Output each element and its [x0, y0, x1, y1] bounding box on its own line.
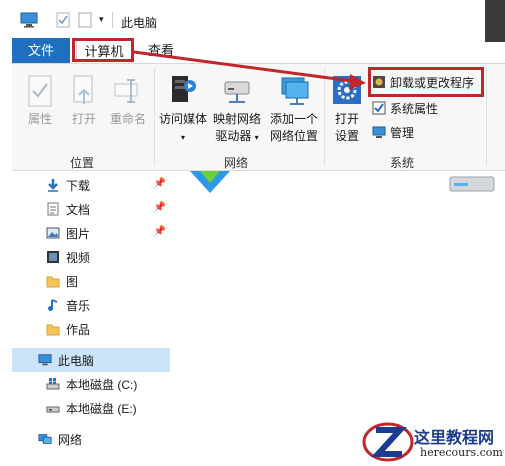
- watermark-text-en: herecours.com: [420, 446, 503, 459]
- watermark-text-cn: 这里教程网: [414, 428, 495, 447]
- watermark-logo-icon: [362, 422, 414, 462]
- watermark: 这里教程网 herecours.com: [360, 418, 505, 466]
- annotation-arrow: [133, 50, 366, 90]
